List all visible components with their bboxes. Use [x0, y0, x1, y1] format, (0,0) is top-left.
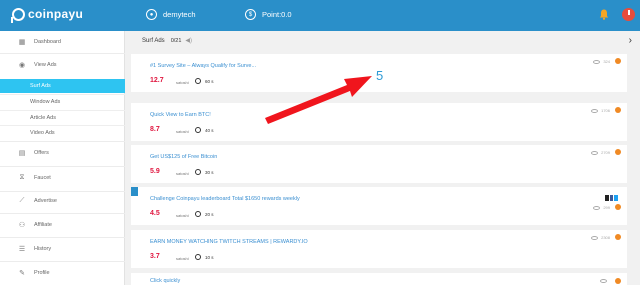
annotation-arrow: [265, 76, 372, 124]
annotation-number: 5: [376, 68, 384, 83]
